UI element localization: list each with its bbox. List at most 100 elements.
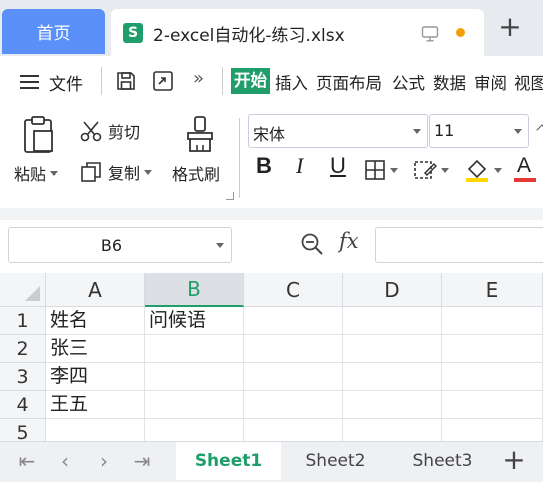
zoom-out-icon[interactable] (300, 232, 324, 256)
row-header-4[interactable]: 4 (0, 391, 46, 419)
sheet-tab-sheet1[interactable]: Sheet1 (176, 442, 281, 480)
cell-c2[interactable] (244, 335, 343, 363)
font-color-swatch (514, 178, 536, 182)
file-menu-label: 文件 (49, 75, 83, 95)
hamburger-icon (20, 75, 39, 90)
tab-formulas[interactable]: 公式 (392, 70, 425, 94)
sheet-tab-sheet3[interactable]: Sheet3 (390, 442, 495, 480)
cut-button[interactable]: 剪切 (80, 119, 140, 143)
document-tab[interactable]: S 2-excel自动化-练习.xlsx (111, 9, 484, 56)
cell-c1[interactable] (244, 307, 343, 335)
monitor-icon[interactable] (421, 25, 439, 43)
cell-d5[interactable] (343, 419, 442, 441)
cell-b3[interactable] (145, 363, 244, 391)
font-color-icon: A (517, 154, 532, 177)
column-header-d[interactable]: D (343, 273, 442, 307)
column-header-b[interactable]: B (145, 273, 244, 307)
cell-a1[interactable]: 姓名 (46, 307, 145, 335)
paint-bucket-icon (466, 159, 488, 182)
tab-insert[interactable]: 插入 (275, 70, 308, 94)
paste-icon[interactable] (22, 115, 56, 155)
column-header-a[interactable]: A (46, 273, 145, 307)
font-color-button[interactable]: A (514, 154, 540, 182)
font-name-value: 宋体 (253, 125, 286, 144)
save-icon[interactable] (115, 70, 137, 92)
export-icon[interactable] (152, 70, 174, 92)
clipboard-dialog-launcher-icon[interactable] (226, 192, 234, 200)
divider (101, 67, 102, 95)
cell-b4[interactable] (145, 391, 244, 419)
next-sheet-icon[interactable]: › (93, 450, 115, 472)
tab-view[interactable]: 视图 (514, 70, 543, 94)
cell-c4[interactable] (244, 391, 343, 419)
cell-e3[interactable] (442, 363, 543, 391)
row-header-1[interactable]: 1 (0, 307, 46, 335)
borders-icon (365, 160, 385, 180)
fill-color-button[interactable] (464, 157, 502, 183)
add-sheet-button[interactable]: + (500, 446, 528, 474)
format-painter-button[interactable]: 格式刷 (172, 161, 220, 185)
cell-a3[interactable]: 李四 (46, 363, 145, 391)
cell-style-button[interactable] (413, 159, 449, 181)
paste-button[interactable]: 粘贴 (14, 161, 59, 185)
cell-d2[interactable] (343, 335, 442, 363)
tab-data[interactable]: 数据 (433, 70, 466, 94)
column-header-e[interactable]: E (442, 273, 543, 307)
cell-style-icon (414, 161, 437, 179)
tab-review[interactable]: 审阅 (474, 70, 507, 94)
title-bar: 首页 S 2-excel自动化-练习.xlsx + (0, 0, 543, 56)
italic-button[interactable]: I (296, 153, 303, 179)
insert-function-button[interactable]: fx (339, 229, 359, 253)
copy-button[interactable]: 复制 (80, 160, 153, 184)
file-menu-button[interactable]: 文件 (20, 70, 83, 95)
copy-icon (81, 162, 101, 182)
format-painter-icon[interactable] (183, 115, 217, 155)
first-sheet-icon[interactable]: ⇤ (16, 450, 38, 472)
cut-label: 剪切 (108, 123, 141, 142)
chevron-down-icon (413, 129, 421, 134)
chevron-down-icon (514, 129, 522, 134)
row-header-2[interactable]: 2 (0, 335, 46, 363)
tab-page-layout[interactable]: 页面布局 (316, 70, 382, 94)
cell-e5[interactable] (442, 419, 543, 441)
name-box[interactable]: B6 (8, 227, 232, 263)
cell-a2[interactable]: 张三 (46, 335, 145, 363)
select-all-corner[interactable] (0, 273, 46, 307)
new-tab-button[interactable]: + (496, 13, 524, 42)
underline-button[interactable]: U (330, 153, 346, 179)
ribbon-gap (0, 208, 543, 220)
cell-d4[interactable] (343, 391, 442, 419)
cell-c5[interactable] (244, 419, 343, 441)
cell-e1[interactable] (442, 307, 543, 335)
previous-sheet-icon[interactable]: ‹ (54, 450, 76, 472)
document-title: 2-excel自动化-练习.xlsx (153, 26, 345, 46)
cell-d3[interactable] (343, 363, 442, 391)
cell-a4[interactable]: 王五 (46, 391, 145, 419)
cell-a5[interactable] (46, 419, 145, 441)
font-name-select[interactable]: 宋体 (248, 114, 428, 148)
bold-button[interactable]: B (256, 153, 272, 179)
font-size-select[interactable]: 11 (429, 114, 529, 148)
row-header-5[interactable]: 5 (0, 419, 46, 441)
cell-d1[interactable] (343, 307, 442, 335)
format-painter-label: 格式刷 (172, 165, 221, 184)
sheet-tab-sheet2[interactable]: Sheet2 (283, 442, 388, 480)
borders-button[interactable] (364, 159, 398, 181)
cell-b5[interactable] (145, 419, 244, 441)
cell-c3[interactable] (244, 363, 343, 391)
home-tab[interactable]: 首页 (2, 9, 105, 54)
more-actions-icon[interactable]: » (193, 68, 204, 89)
spreadsheet-file-icon: S (123, 23, 143, 43)
spreadsheet-grid: A B C D E 1 2 3 4 5 姓名 问候语 张三 李四 王五 (0, 273, 543, 441)
cell-e4[interactable] (442, 391, 543, 419)
sheet-tab-bar: ⇤ ‹ › ⇥ Sheet1 Sheet2 Sheet3 + (0, 441, 543, 482)
row-header-3[interactable]: 3 (0, 363, 46, 391)
cell-b2[interactable] (145, 335, 244, 363)
formula-bar: B6 fx (0, 220, 543, 272)
cell-b1[interactable]: 问候语 (145, 307, 244, 335)
column-header-c[interactable]: C (244, 273, 343, 307)
tab-home[interactable]: 开始 (231, 68, 270, 94)
last-sheet-icon[interactable]: ⇥ (131, 450, 153, 472)
formula-input[interactable] (375, 227, 543, 263)
cell-e2[interactable] (442, 335, 543, 363)
